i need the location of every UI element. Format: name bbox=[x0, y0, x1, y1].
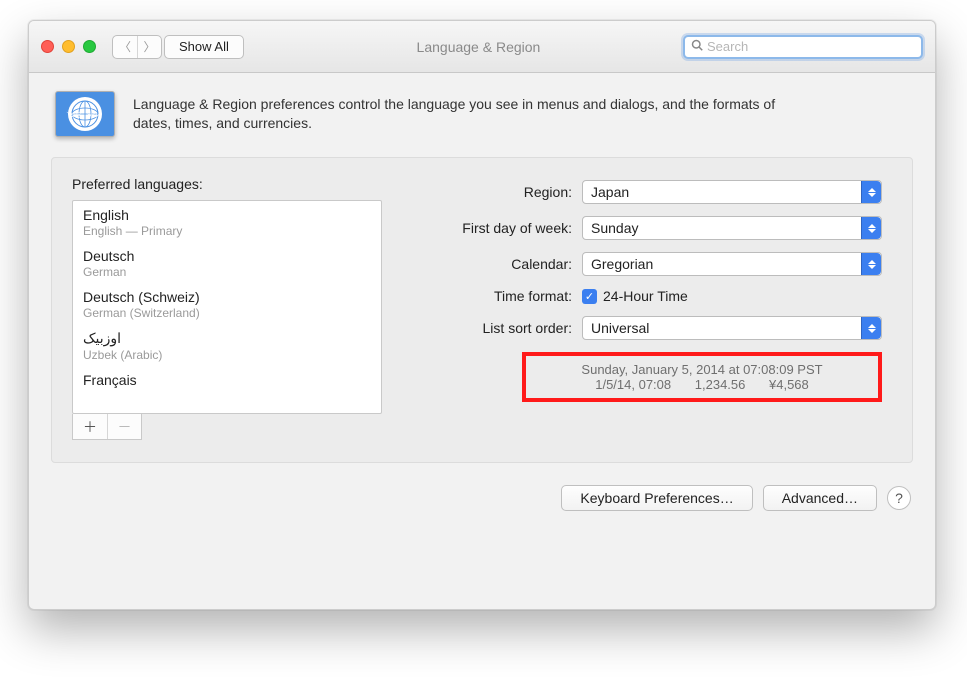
calendar-label: Calendar: bbox=[422, 256, 582, 272]
advanced-label: Advanced… bbox=[782, 490, 858, 506]
calendar-value: Gregorian bbox=[591, 256, 653, 272]
sort-order-label: List sort order: bbox=[422, 320, 582, 336]
chevron-updown-icon bbox=[861, 217, 881, 239]
preview-number: 1,234.56 bbox=[695, 377, 746, 392]
language-name: Deutsch bbox=[83, 248, 371, 264]
add-language-button[interactable]: ＋ bbox=[73, 414, 107, 439]
first-day-value: Sunday bbox=[591, 220, 638, 236]
first-day-label: First day of week: bbox=[422, 220, 582, 236]
language-subtitle: German bbox=[83, 265, 371, 279]
un-flag-icon: ༺ ༻ bbox=[55, 91, 115, 137]
search-input[interactable] bbox=[707, 39, 915, 54]
language-subtitle: English — Primary bbox=[83, 224, 371, 238]
region-settings-column: Region: Japan First day of week: Sunday … bbox=[422, 176, 892, 440]
preview-long-date: Sunday, January 5, 2014 at 07:08:09 PST bbox=[544, 362, 860, 377]
preview-short-date: 1/5/14, 07:08 bbox=[595, 377, 671, 392]
help-icon: ? bbox=[895, 490, 903, 506]
language-list[interactable]: English English — Primary Deutsch German… bbox=[72, 200, 382, 414]
language-name: اوزبیک bbox=[83, 330, 371, 347]
format-preview-box: Sunday, January 5, 2014 at 07:08:09 PST … bbox=[522, 352, 882, 402]
forward-button[interactable]: 〉 bbox=[137, 36, 161, 58]
list-item[interactable]: Deutsch German bbox=[73, 242, 381, 283]
close-window-button[interactable] bbox=[41, 40, 54, 53]
add-remove-group: ＋ － bbox=[72, 414, 142, 440]
region-value: Japan bbox=[591, 184, 629, 200]
language-name: Deutsch (Schweiz) bbox=[83, 289, 371, 305]
prefs-window: 〈 〉 Show All Language & Region bbox=[28, 20, 936, 610]
titlebar: 〈 〉 Show All Language & Region bbox=[29, 21, 935, 73]
24hour-checkbox-label: 24-Hour Time bbox=[603, 288, 688, 304]
list-item[interactable]: English English — Primary bbox=[73, 201, 381, 242]
footer-row: Keyboard Preferences… Advanced… ? bbox=[29, 463, 935, 511]
show-all-label: Show All bbox=[179, 39, 229, 54]
keyboard-preferences-label: Keyboard Preferences… bbox=[580, 490, 733, 506]
preferred-languages-column: Preferred languages: English English — P… bbox=[72, 176, 382, 440]
search-icon bbox=[691, 39, 703, 54]
chevron-updown-icon bbox=[861, 253, 881, 275]
language-subtitle: Uzbek (Arabic) bbox=[83, 348, 371, 362]
advanced-button[interactable]: Advanced… bbox=[763, 485, 877, 511]
header-row: ༺ ༻ Language & Region preferences contro… bbox=[29, 73, 935, 157]
chevron-updown-icon bbox=[861, 181, 881, 203]
sort-order-value: Universal bbox=[591, 320, 649, 336]
24hour-checkbox[interactable]: ✓ bbox=[582, 289, 597, 304]
window-title: Language & Region bbox=[254, 39, 673, 55]
search-field[interactable] bbox=[683, 35, 923, 59]
preview-currency: ¥4,568 bbox=[769, 377, 809, 392]
list-item[interactable]: Deutsch (Schweiz) German (Switzerland) bbox=[73, 283, 381, 324]
help-button[interactable]: ? bbox=[887, 486, 911, 510]
region-select[interactable]: Japan bbox=[582, 180, 882, 204]
remove-language-button[interactable]: － bbox=[107, 414, 141, 439]
header-description: Language & Region preferences control th… bbox=[133, 95, 793, 133]
window-controls bbox=[41, 40, 96, 53]
back-button[interactable]: 〈 bbox=[113, 36, 137, 58]
language-name: Français bbox=[83, 372, 371, 388]
list-item[interactable]: اوزبیک Uzbek (Arabic) bbox=[73, 324, 381, 366]
main-panel: Preferred languages: English English — P… bbox=[51, 157, 913, 463]
first-day-select[interactable]: Sunday bbox=[582, 216, 882, 240]
show-all-button[interactable]: Show All bbox=[164, 35, 244, 59]
language-subtitle: German (Switzerland) bbox=[83, 306, 371, 320]
preferred-languages-label: Preferred languages: bbox=[72, 176, 382, 192]
minimize-window-button[interactable] bbox=[62, 40, 75, 53]
zoom-window-button[interactable] bbox=[83, 40, 96, 53]
nav-group: 〈 〉 Show All bbox=[112, 35, 244, 59]
region-row: Region: Japan bbox=[422, 180, 892, 204]
first-day-row: First day of week: Sunday bbox=[422, 216, 892, 240]
sort-order-row: List sort order: Universal bbox=[422, 316, 892, 340]
region-label: Region: bbox=[422, 184, 582, 200]
keyboard-preferences-button[interactable]: Keyboard Preferences… bbox=[561, 485, 752, 511]
time-format-label: Time format: bbox=[422, 288, 582, 304]
list-item[interactable]: Français bbox=[73, 366, 381, 392]
calendar-row: Calendar: Gregorian bbox=[422, 252, 892, 276]
sort-order-select[interactable]: Universal bbox=[582, 316, 882, 340]
calendar-select[interactable]: Gregorian bbox=[582, 252, 882, 276]
language-name: English bbox=[83, 207, 371, 223]
time-format-row: Time format: ✓ 24-Hour Time bbox=[422, 288, 892, 304]
chevron-updown-icon bbox=[861, 317, 881, 339]
nav-arrows: 〈 〉 bbox=[112, 35, 162, 59]
